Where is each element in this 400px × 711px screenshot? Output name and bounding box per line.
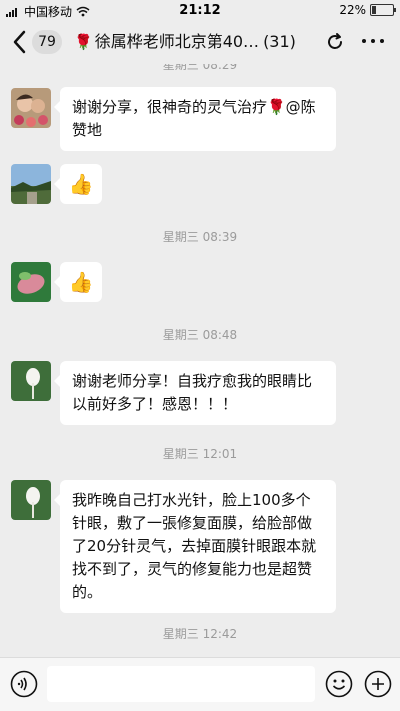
more-options-icon[interactable] — [362, 39, 384, 45]
avatar[interactable] — [11, 480, 51, 520]
timestamp: 星期三 08:39 — [162, 230, 238, 244]
status-bar: 中国移动 21:12 22% — [0, 0, 400, 20]
emoji-icon[interactable] — [325, 670, 353, 698]
group-name: 徐属桦老师北京第40… — [94, 32, 260, 51]
avatar[interactable] — [11, 361, 51, 401]
voice-icon[interactable] — [10, 670, 38, 698]
battery-percent: 22% — [339, 3, 366, 17]
input-bar — [0, 657, 400, 711]
timestamp: 星期三 12:42 — [162, 627, 238, 641]
chat-title: 🌹 徐属桦老师北京第40… (31) — [74, 30, 314, 54]
status-right: 22% — [339, 3, 396, 17]
timestamp: 星期三 08:48 — [162, 328, 238, 342]
battery-icon — [370, 4, 396, 16]
chat-area[interactable]: 星期三 08:29 谢谢分享，很神奇的灵气治疗🌹@陈赞地 👍 星期三 08:39 — [0, 64, 400, 657]
message-input[interactable] — [47, 666, 315, 702]
unread-count-badge[interactable]: 79 — [32, 30, 62, 54]
timestamp-partial: 星期三 08:29 — [162, 64, 238, 72]
avatar[interactable] — [11, 164, 51, 204]
message-bubble[interactable]: 谢谢分享，很神奇的灵气治疗🌹@陈赞地 — [54, 87, 336, 151]
refresh-icon[interactable] — [325, 32, 345, 52]
battery-fill — [372, 6, 376, 14]
member-count: (31) — [263, 32, 296, 51]
rose-emoji: 🌹 — [74, 33, 93, 51]
avatar[interactable] — [11, 88, 51, 128]
plus-icon[interactable] — [364, 670, 392, 698]
chat-header: 79 🌹 徐属桦老师北京第40… (31) — [0, 20, 400, 64]
back-icon[interactable] — [10, 29, 30, 55]
message-bubble[interactable]: 我昨晚自己打水光针，脸上100多个针眼，敷了一張修复面膜，给脸部做了20分针灵气… — [54, 480, 336, 613]
message-bubble[interactable]: 👍 — [54, 164, 102, 204]
message-bubble[interactable]: 👍 — [54, 262, 102, 302]
timestamp: 星期三 12:01 — [162, 447, 238, 461]
message-bubble[interactable]: 谢谢老师分享！自我疗愈我的眼睛比以前好多了！感恩！！！ — [54, 361, 336, 425]
avatar[interactable] — [11, 262, 51, 302]
